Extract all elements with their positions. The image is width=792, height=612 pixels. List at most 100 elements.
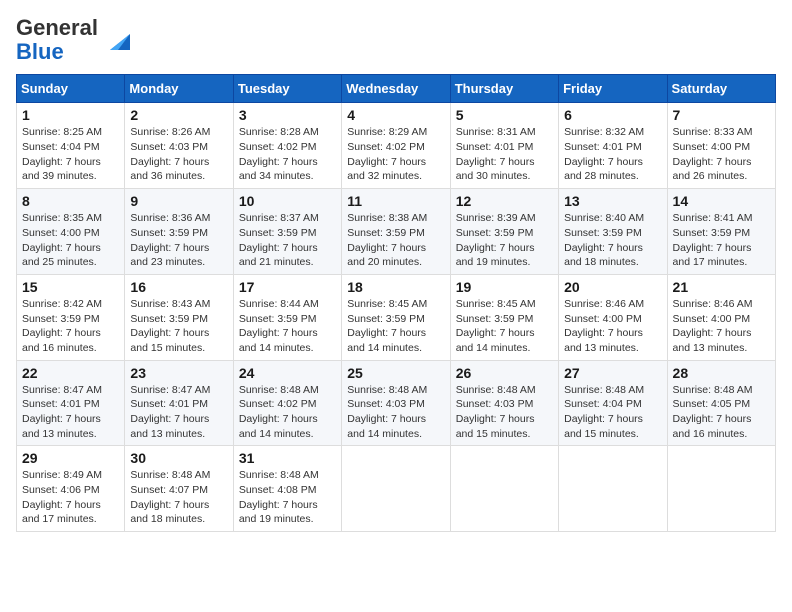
calendar-cell: 27 Sunrise: 8:48 AM Sunset: 4:04 PM Dayl… (559, 360, 667, 446)
day-number: 20 (564, 279, 661, 295)
day-number: 14 (673, 193, 770, 209)
day-info: Sunrise: 8:46 AM Sunset: 4:00 PM Dayligh… (673, 297, 770, 356)
calendar-cell: 11 Sunrise: 8:38 AM Sunset: 3:59 PM Dayl… (342, 189, 450, 275)
day-number: 19 (456, 279, 553, 295)
day-info: Sunrise: 8:49 AM Sunset: 4:06 PM Dayligh… (22, 468, 119, 527)
day-number: 30 (130, 450, 227, 466)
day-number: 21 (673, 279, 770, 295)
day-info: Sunrise: 8:45 AM Sunset: 3:59 PM Dayligh… (347, 297, 444, 356)
day-number: 27 (564, 365, 661, 381)
day-number: 17 (239, 279, 336, 295)
day-number: 9 (130, 193, 227, 209)
calendar-week-row: 8 Sunrise: 8:35 AM Sunset: 4:00 PM Dayli… (17, 189, 776, 275)
day-header-wednesday: Wednesday (342, 75, 450, 103)
day-info: Sunrise: 8:39 AM Sunset: 3:59 PM Dayligh… (456, 211, 553, 270)
calendar-cell: 18 Sunrise: 8:45 AM Sunset: 3:59 PM Dayl… (342, 274, 450, 360)
day-number: 3 (239, 107, 336, 123)
day-number: 26 (456, 365, 553, 381)
calendar-cell: 1 Sunrise: 8:25 AM Sunset: 4:04 PM Dayli… (17, 103, 125, 189)
calendar-cell: 23 Sunrise: 8:47 AM Sunset: 4:01 PM Dayl… (125, 360, 233, 446)
logo-icon (102, 26, 134, 54)
logo-text: General Blue (16, 16, 98, 64)
day-number: 6 (564, 107, 661, 123)
calendar-cell: 30 Sunrise: 8:48 AM Sunset: 4:07 PM Dayl… (125, 446, 233, 532)
calendar-cell: 14 Sunrise: 8:41 AM Sunset: 3:59 PM Dayl… (667, 189, 775, 275)
day-info: Sunrise: 8:46 AM Sunset: 4:00 PM Dayligh… (564, 297, 661, 356)
day-info: Sunrise: 8:33 AM Sunset: 4:00 PM Dayligh… (673, 125, 770, 184)
day-number: 28 (673, 365, 770, 381)
day-number: 5 (456, 107, 553, 123)
calendar-cell: 9 Sunrise: 8:36 AM Sunset: 3:59 PM Dayli… (125, 189, 233, 275)
calendar-cell: 10 Sunrise: 8:37 AM Sunset: 3:59 PM Dayl… (233, 189, 341, 275)
day-info: Sunrise: 8:43 AM Sunset: 3:59 PM Dayligh… (130, 297, 227, 356)
day-header-sunday: Sunday (17, 75, 125, 103)
day-number: 11 (347, 193, 444, 209)
day-number: 31 (239, 450, 336, 466)
calendar-cell: 29 Sunrise: 8:49 AM Sunset: 4:06 PM Dayl… (17, 446, 125, 532)
day-info: Sunrise: 8:31 AM Sunset: 4:01 PM Dayligh… (456, 125, 553, 184)
day-header-saturday: Saturday (667, 75, 775, 103)
calendar-week-row: 29 Sunrise: 8:49 AM Sunset: 4:06 PM Dayl… (17, 446, 776, 532)
calendar-cell: 25 Sunrise: 8:48 AM Sunset: 4:03 PM Dayl… (342, 360, 450, 446)
day-number: 8 (22, 193, 119, 209)
day-number: 1 (22, 107, 119, 123)
calendar-cell: 4 Sunrise: 8:29 AM Sunset: 4:02 PM Dayli… (342, 103, 450, 189)
day-number: 24 (239, 365, 336, 381)
day-info: Sunrise: 8:48 AM Sunset: 4:03 PM Dayligh… (347, 383, 444, 442)
calendar-cell: 2 Sunrise: 8:26 AM Sunset: 4:03 PM Dayli… (125, 103, 233, 189)
calendar-cell: 8 Sunrise: 8:35 AM Sunset: 4:00 PM Dayli… (17, 189, 125, 275)
calendar-cell: 12 Sunrise: 8:39 AM Sunset: 3:59 PM Dayl… (450, 189, 558, 275)
day-number: 13 (564, 193, 661, 209)
day-info: Sunrise: 8:48 AM Sunset: 4:02 PM Dayligh… (239, 383, 336, 442)
calendar-cell: 28 Sunrise: 8:48 AM Sunset: 4:05 PM Dayl… (667, 360, 775, 446)
day-info: Sunrise: 8:48 AM Sunset: 4:08 PM Dayligh… (239, 468, 336, 527)
day-info: Sunrise: 8:40 AM Sunset: 3:59 PM Dayligh… (564, 211, 661, 270)
calendar-cell (667, 446, 775, 532)
calendar-cell: 21 Sunrise: 8:46 AM Sunset: 4:00 PM Dayl… (667, 274, 775, 360)
day-number: 23 (130, 365, 227, 381)
calendar-table: SundayMondayTuesdayWednesdayThursdayFrid… (16, 74, 776, 532)
calendar-cell: 6 Sunrise: 8:32 AM Sunset: 4:01 PM Dayli… (559, 103, 667, 189)
day-info: Sunrise: 8:48 AM Sunset: 4:04 PM Dayligh… (564, 383, 661, 442)
calendar-week-row: 1 Sunrise: 8:25 AM Sunset: 4:04 PM Dayli… (17, 103, 776, 189)
calendar-cell: 20 Sunrise: 8:46 AM Sunset: 4:00 PM Dayl… (559, 274, 667, 360)
page-header: General Blue (16, 16, 776, 64)
day-info: Sunrise: 8:47 AM Sunset: 4:01 PM Dayligh… (130, 383, 227, 442)
day-header-thursday: Thursday (450, 75, 558, 103)
calendar-cell (559, 446, 667, 532)
logo-blue: Blue (16, 39, 64, 64)
day-number: 22 (22, 365, 119, 381)
day-info: Sunrise: 8:26 AM Sunset: 4:03 PM Dayligh… (130, 125, 227, 184)
day-info: Sunrise: 8:41 AM Sunset: 3:59 PM Dayligh… (673, 211, 770, 270)
day-number: 10 (239, 193, 336, 209)
day-info: Sunrise: 8:38 AM Sunset: 3:59 PM Dayligh… (347, 211, 444, 270)
day-info: Sunrise: 8:48 AM Sunset: 4:07 PM Dayligh… (130, 468, 227, 527)
day-number: 15 (22, 279, 119, 295)
day-header-friday: Friday (559, 75, 667, 103)
day-number: 29 (22, 450, 119, 466)
day-info: Sunrise: 8:48 AM Sunset: 4:05 PM Dayligh… (673, 383, 770, 442)
calendar-cell: 5 Sunrise: 8:31 AM Sunset: 4:01 PM Dayli… (450, 103, 558, 189)
calendar-cell: 15 Sunrise: 8:42 AM Sunset: 3:59 PM Dayl… (17, 274, 125, 360)
logo-general: General (16, 15, 98, 40)
calendar-cell (342, 446, 450, 532)
calendar-week-row: 22 Sunrise: 8:47 AM Sunset: 4:01 PM Dayl… (17, 360, 776, 446)
calendar-cell: 19 Sunrise: 8:45 AM Sunset: 3:59 PM Dayl… (450, 274, 558, 360)
logo: General Blue (16, 16, 134, 64)
day-number: 25 (347, 365, 444, 381)
day-header-tuesday: Tuesday (233, 75, 341, 103)
day-info: Sunrise: 8:25 AM Sunset: 4:04 PM Dayligh… (22, 125, 119, 184)
calendar-week-row: 15 Sunrise: 8:42 AM Sunset: 3:59 PM Dayl… (17, 274, 776, 360)
day-info: Sunrise: 8:47 AM Sunset: 4:01 PM Dayligh… (22, 383, 119, 442)
day-number: 4 (347, 107, 444, 123)
calendar-cell: 22 Sunrise: 8:47 AM Sunset: 4:01 PM Dayl… (17, 360, 125, 446)
calendar-cell: 24 Sunrise: 8:48 AM Sunset: 4:02 PM Dayl… (233, 360, 341, 446)
calendar-cell: 31 Sunrise: 8:48 AM Sunset: 4:08 PM Dayl… (233, 446, 341, 532)
day-info: Sunrise: 8:28 AM Sunset: 4:02 PM Dayligh… (239, 125, 336, 184)
day-number: 16 (130, 279, 227, 295)
day-info: Sunrise: 8:37 AM Sunset: 3:59 PM Dayligh… (239, 211, 336, 270)
calendar-cell: 26 Sunrise: 8:48 AM Sunset: 4:03 PM Dayl… (450, 360, 558, 446)
day-info: Sunrise: 8:48 AM Sunset: 4:03 PM Dayligh… (456, 383, 553, 442)
day-info: Sunrise: 8:32 AM Sunset: 4:01 PM Dayligh… (564, 125, 661, 184)
day-number: 2 (130, 107, 227, 123)
